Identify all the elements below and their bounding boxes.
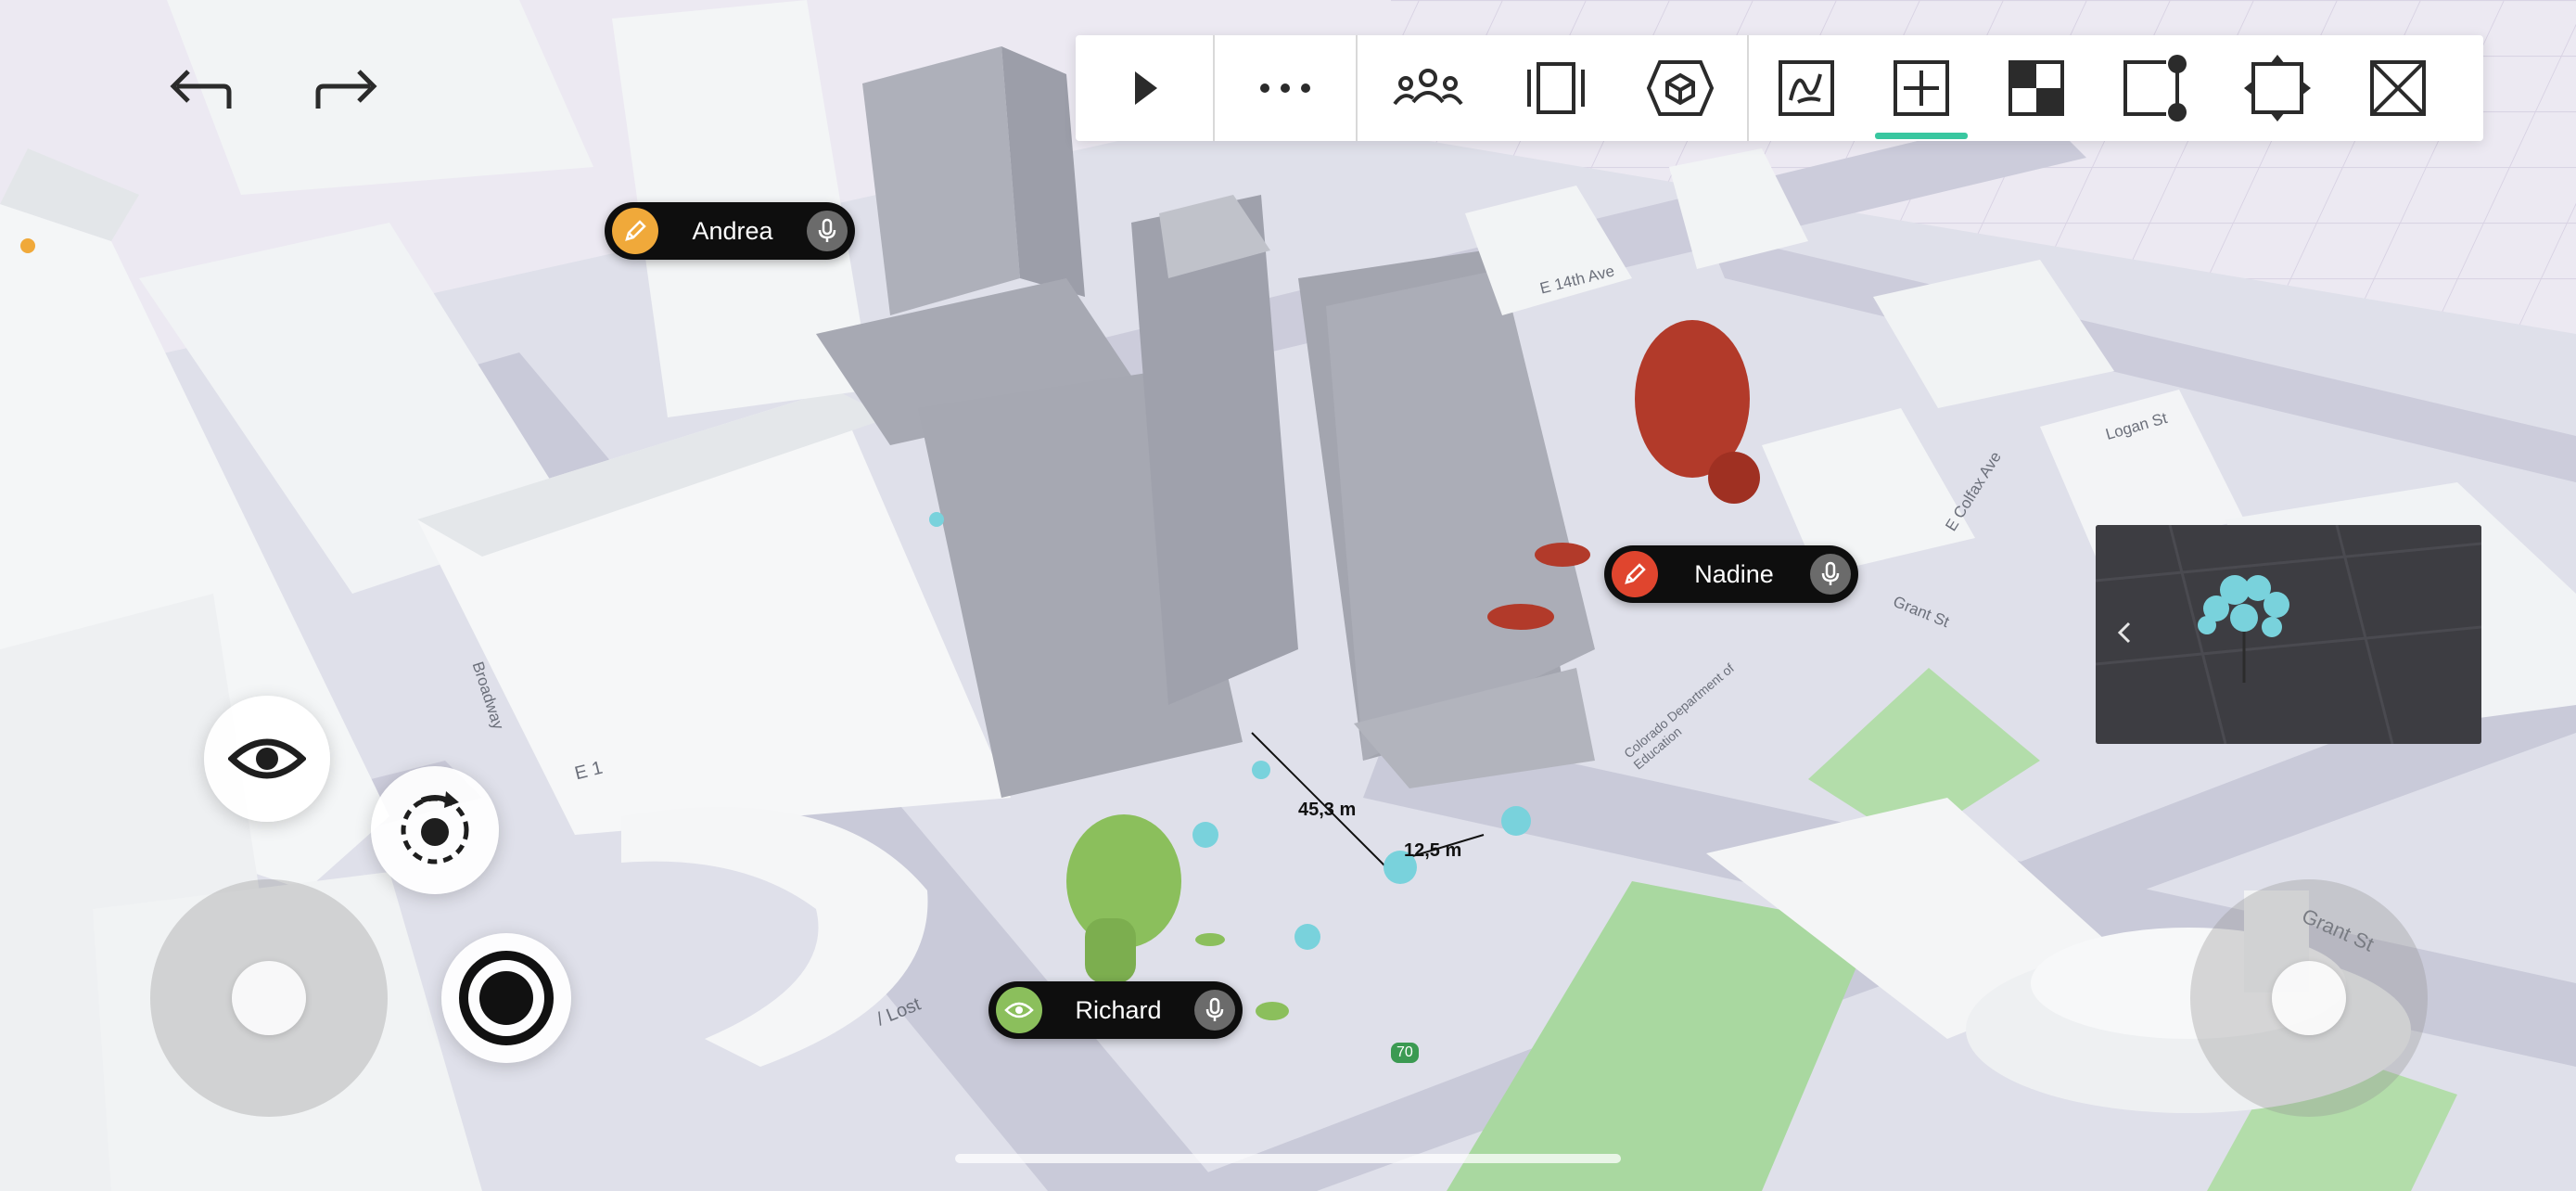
more-button[interactable] <box>1215 35 1356 141</box>
record-button[interactable] <box>441 933 571 1063</box>
orbit-button[interactable] <box>371 766 499 894</box>
undo-button[interactable] <box>158 56 241 121</box>
highway-shield-label: 70 <box>1391 1043 1419 1063</box>
close-button[interactable] <box>2339 35 2457 141</box>
fit-view-button[interactable] <box>2216 35 2339 141</box>
ar-view-icon <box>1646 60 1715 116</box>
record-icon <box>459 951 554 1045</box>
top-toolbar <box>1076 35 2483 141</box>
presentation-frame-icon <box>1527 62 1585 114</box>
active-tab-indicator <box>1875 133 1968 139</box>
eye-icon <box>996 987 1042 1033</box>
measurement-label-b: 12,5 m <box>1404 840 1462 861</box>
object-preview-panel[interactable] <box>2096 525 2481 744</box>
redo-button[interactable] <box>306 56 389 121</box>
move-joystick-knob[interactable] <box>232 961 306 1035</box>
sketch-button[interactable] <box>1749 35 1864 141</box>
look-joystick[interactable] <box>2190 879 2428 1117</box>
collaborator-name: Nadine <box>1694 559 1774 588</box>
microphone-icon[interactable] <box>1194 990 1235 1031</box>
close-icon <box>2370 60 2426 116</box>
move-joystick[interactable] <box>150 879 388 1117</box>
add-object-icon <box>1894 60 1949 116</box>
collaborators-button[interactable] <box>1358 35 1498 141</box>
undo-arrow-icon <box>170 70 232 109</box>
presentation-frame-button[interactable] <box>1498 35 1613 141</box>
measurement-label-a: 45,3 m <box>1298 800 1357 820</box>
material-button[interactable] <box>1979 35 2094 141</box>
look-joystick-knob[interactable] <box>2272 961 2346 1035</box>
collaborator-name: Andrea <box>692 216 773 245</box>
fit-view-icon <box>2244 55 2311 122</box>
add-object-button[interactable] <box>1864 35 1979 141</box>
pencil-icon <box>1612 551 1658 597</box>
ar-view-button[interactable] <box>1613 35 1747 141</box>
collaborator-tag-nadine[interactable]: Nadine <box>1604 545 1858 603</box>
redo-arrow-icon <box>315 70 377 109</box>
pencil-icon <box>612 208 658 254</box>
orbit-rotate-icon <box>401 791 469 864</box>
play-button[interactable] <box>1076 35 1213 141</box>
collaborators-icon <box>1393 69 1463 106</box>
collaborator-name: Richard <box>1075 995 1162 1024</box>
more-icon <box>1260 83 1310 93</box>
microphone-icon[interactable] <box>807 211 848 251</box>
chevron-left-icon[interactable] <box>2112 618 2140 651</box>
tree-model-preview <box>2096 525 2481 744</box>
microphone-icon[interactable] <box>1810 554 1851 595</box>
play-icon <box>1135 71 1157 105</box>
view-mode-button[interactable] <box>204 696 330 822</box>
collaborator-tag-richard[interactable]: Richard <box>988 981 1243 1039</box>
material-icon <box>2009 60 2064 116</box>
measure-tool-button[interactable] <box>2094 35 2216 141</box>
collaborator-tag-andrea[interactable]: Andrea <box>605 202 855 260</box>
sketch-icon <box>1779 60 1834 116</box>
measure-tool-icon <box>2123 55 2187 122</box>
home-indicator[interactable] <box>955 1154 1621 1163</box>
eye-icon <box>228 738 306 779</box>
